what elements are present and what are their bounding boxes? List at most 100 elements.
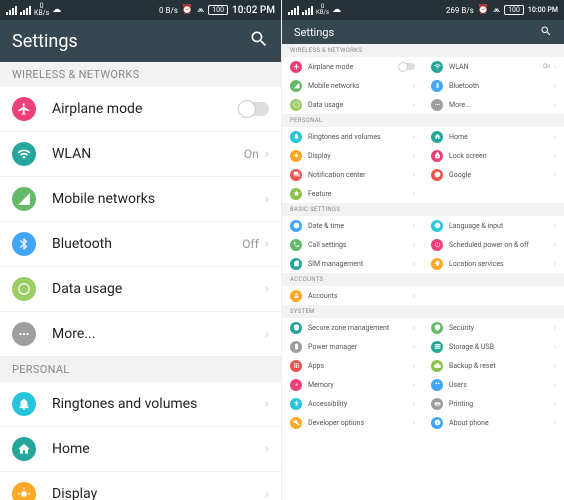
- settings-row[interactable]: Lock screen›: [423, 146, 564, 165]
- settings-row[interactable]: Accessibility›: [282, 394, 423, 413]
- settings-row[interactable]: Home›: [0, 427, 281, 472]
- row-trail: [239, 102, 269, 116]
- row-trail: ›: [413, 132, 415, 141]
- chevron-right-icon: ›: [554, 399, 556, 408]
- row-trail: ›: [554, 240, 556, 249]
- row-label: Ringtones and volumes: [52, 396, 265, 412]
- settings-row[interactable]: Display›: [0, 472, 281, 500]
- row-trail: ›: [413, 170, 415, 179]
- chevron-right-icon: ›: [265, 326, 269, 342]
- row-trail: ›: [265, 281, 269, 297]
- settings-row[interactable]: Security›: [423, 318, 564, 337]
- settings-row[interactable]: Display›: [282, 146, 423, 165]
- chevron-right-icon: ›: [554, 342, 556, 351]
- settings-row[interactable]: Notification center›: [282, 165, 423, 184]
- settings-row[interactable]: Scheduled power on & off›: [423, 235, 564, 254]
- settings-row[interactable]: WLANOn›: [0, 132, 281, 177]
- settings-row[interactable]: Location services›: [423, 254, 564, 273]
- settings-row[interactable]: Accounts›: [282, 286, 423, 305]
- settings-row[interactable]: WLANOn›: [423, 57, 564, 76]
- settings-row[interactable]: Bluetooth›: [423, 76, 564, 95]
- row-trail: ›: [413, 189, 415, 198]
- settings-row[interactable]: Memory›: [282, 375, 423, 394]
- row-trail: ›: [554, 259, 556, 268]
- settings-row[interactable]: Google›: [423, 165, 564, 184]
- status-bar: 0KB/s ☁ 0 B/s ⏰ ⩕ 100 10:02 PM: [0, 0, 281, 20]
- settings-row[interactable]: BluetoothOff›: [0, 222, 281, 267]
- page-title: Settings: [12, 31, 78, 52]
- settings-row[interactable]: Developer options›: [282, 413, 423, 432]
- settings-row[interactable]: Secure zone management›: [282, 318, 423, 337]
- trail-value: Off: [242, 237, 259, 251]
- search-button[interactable]: [540, 25, 552, 40]
- row-trail: [399, 63, 415, 70]
- row-trail: ›: [554, 100, 556, 109]
- settings-row[interactable]: Printing›: [423, 394, 564, 413]
- settings-row[interactable]: Backup & reset›: [423, 356, 564, 375]
- chevron-right-icon: ›: [413, 240, 415, 249]
- users-icon: [431, 379, 443, 391]
- battery-icon: 100: [208, 5, 228, 15]
- row-label: Memory: [308, 381, 413, 389]
- settings-row[interactable]: Mobile networks›: [0, 177, 281, 222]
- bell-icon: [12, 392, 36, 416]
- settings-row[interactable]: Ringtones and volumes›: [282, 127, 423, 146]
- row-trail: ›: [413, 81, 415, 90]
- row-trail: On›: [244, 146, 269, 162]
- print-icon: [431, 398, 443, 410]
- chevron-right-icon: ›: [265, 191, 269, 207]
- security-icon: [431, 322, 443, 334]
- settings-row[interactable]: Power manager›: [282, 337, 423, 356]
- status-right: 0 B/s ⏰ ⩕ 100 10:02 PM: [159, 5, 275, 16]
- row-label: Lock screen: [449, 152, 554, 160]
- home-icon: [12, 437, 36, 461]
- settings-row[interactable]: Call settings›: [282, 235, 423, 254]
- settings-row[interactable]: More...›: [0, 312, 281, 357]
- chevron-right-icon: ›: [413, 189, 415, 198]
- settings-list[interactable]: WIRELESS & NETWORKSAirplane modeMobile n…: [282, 44, 564, 500]
- chevron-right-icon: ›: [413, 151, 415, 160]
- about-icon: [431, 417, 443, 429]
- row-label: SIM management: [308, 260, 413, 268]
- chevron-right-icon: ›: [413, 418, 415, 427]
- chevron-right-icon: ›: [554, 100, 556, 109]
- memory-icon: [290, 379, 302, 391]
- search-button[interactable]: [249, 29, 269, 54]
- settings-row[interactable]: SIM management›: [282, 254, 423, 273]
- home-icon: [431, 131, 443, 143]
- row-trail: ›: [413, 399, 415, 408]
- settings-row[interactable]: Storage & USB›: [423, 337, 564, 356]
- settings-row[interactable]: Mobile networks›: [282, 76, 423, 95]
- settings-row[interactable]: Apps›: [282, 356, 423, 375]
- settings-row[interactable]: Language & input›: [423, 216, 564, 235]
- settings-row[interactable]: Data usage›: [0, 267, 281, 312]
- col-right: Security›Storage & USB›Backup & reset›Us…: [423, 318, 564, 432]
- row-trail: ›: [265, 326, 269, 342]
- chevron-right-icon: ›: [413, 399, 415, 408]
- toggle-switch[interactable]: [239, 102, 269, 116]
- settings-row[interactable]: More...›: [423, 95, 564, 114]
- row-label: Call settings: [308, 241, 413, 249]
- row-trail: ›: [413, 259, 415, 268]
- col-right: Language & input›Scheduled power on & of…: [423, 216, 564, 273]
- settings-row[interactable]: Users›: [423, 375, 564, 394]
- settings-row[interactable]: Feature›: [282, 184, 423, 203]
- col-left: Airplane modeMobile networks›Data usage›: [282, 57, 423, 114]
- settings-row[interactable]: Data usage›: [282, 95, 423, 114]
- row-label: Bluetooth: [449, 82, 554, 90]
- settings-row[interactable]: Home›: [423, 127, 564, 146]
- row-trail: ›: [554, 151, 556, 160]
- settings-row[interactable]: Date & time›: [282, 216, 423, 235]
- chevron-right-icon: ›: [554, 62, 556, 71]
- settings-row[interactable]: Airplane mode: [282, 57, 423, 76]
- settings-row[interactable]: About phone›: [423, 413, 564, 432]
- toggle-switch[interactable]: [399, 63, 415, 70]
- row-trail: ›: [554, 221, 556, 230]
- row-trail: On›: [543, 62, 556, 71]
- settings-row[interactable]: Airplane mode: [0, 87, 281, 132]
- settings-list[interactable]: WIRELESS & NETWORKSAirplane modeWLANOn›M…: [0, 62, 281, 500]
- settings-row[interactable]: Ringtones and volumes›: [0, 382, 281, 427]
- section-header: ACCOUNTS: [282, 273, 564, 286]
- signal-icon: [288, 6, 299, 15]
- row-label: Security: [449, 324, 554, 332]
